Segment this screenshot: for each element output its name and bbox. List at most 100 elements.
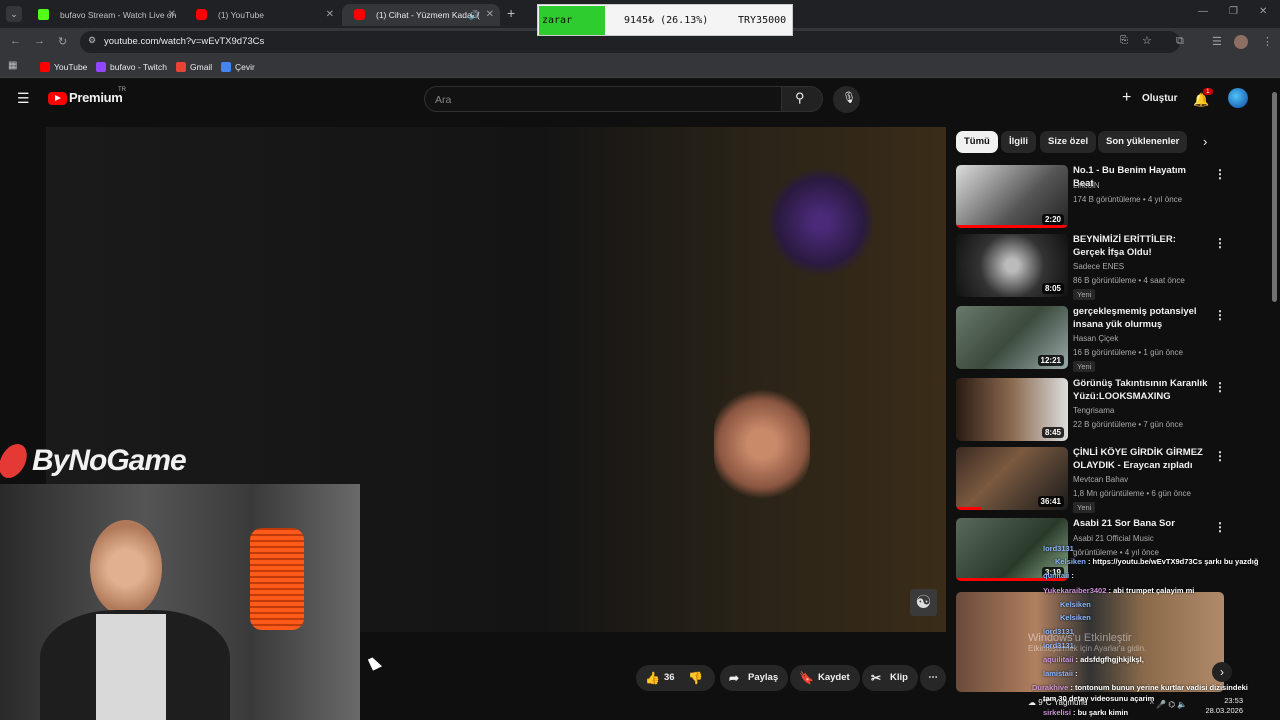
- weather-temp: 9°C: [1038, 698, 1052, 707]
- yin-yang-icon[interactable]: ☯: [910, 589, 937, 616]
- recommendation-item[interactable]: 8:05 BEYNİMİZİ ERİTTİLER: Gerçek İfşa Ol…: [956, 234, 1256, 300]
- more-options-icon[interactable]: ⋮: [1214, 167, 1226, 181]
- chat-text: tontonum bunun yerine kurtlar vadisi diz…: [1074, 683, 1248, 692]
- tab-search-button[interactable]: ⌄: [6, 6, 22, 22]
- scrollbar[interactable]: [1272, 92, 1277, 302]
- video-thumbnail[interactable]: 8:05: [956, 234, 1068, 297]
- more-options-icon[interactable]: ⋮: [1214, 449, 1226, 463]
- notifications-button[interactable]: 🔔 1: [1193, 88, 1213, 109]
- watermark-title: Windows'u Etkinleştir: [1028, 632, 1132, 644]
- reading-list-icon[interactable]: ☰: [1212, 35, 1222, 48]
- star-icon[interactable]: ☆: [1142, 34, 1152, 47]
- profile-avatar[interactable]: [1234, 35, 1248, 49]
- stock-widget: zarar 9145₺ (26.13%) TRY35000: [537, 4, 793, 36]
- video-thumbnail[interactable]: 12:21: [956, 306, 1068, 369]
- chip-for-you[interactable]: Size özel: [1040, 131, 1097, 153]
- more-options-icon[interactable]: ⋮: [1214, 236, 1226, 250]
- more-options-icon[interactable]: ⋮: [1214, 380, 1226, 394]
- video-title[interactable]: BEYNİMİZİ ERİTTİLER: Gerçek İfşa Oldu!: [1073, 234, 1208, 259]
- search-button[interactable]: ⚲: [781, 86, 823, 112]
- chip-related[interactable]: İlgili: [1001, 131, 1036, 153]
- stock-symbol: TRY35000: [738, 15, 787, 26]
- bookmark-label: Gmail: [190, 62, 213, 72]
- bookmark-twitch[interactable]: bufavo - Twitch: [96, 56, 167, 78]
- weather-widget[interactable]: ☁ 9°C Yağmurlu: [1028, 698, 1087, 707]
- tray-chevron-icon[interactable]: ^: [1150, 700, 1154, 709]
- menu-dots-icon[interactable]: ⋮: [1262, 35, 1273, 48]
- browser-tab-active[interactable]: (1) Cihat - Yüzmem Kadar ( 🔊 ✕: [342, 4, 500, 26]
- bookmark-label: Çevir: [235, 62, 255, 72]
- video-meta: 1,8 Mn görüntüleme • 6 gün önce: [1073, 489, 1191, 498]
- reload-icon[interactable]: ↻: [58, 35, 67, 48]
- recommendation-item[interactable]: 12:21 gerçekleşmemiş potansiyel insana y…: [956, 306, 1256, 372]
- apps-icon[interactable]: ▦: [8, 60, 17, 71]
- hamburger-menu-icon[interactable]: ☰: [17, 90, 30, 107]
- close-icon[interactable]: ✕: [486, 4, 494, 26]
- search-input[interactable]: Ara: [424, 86, 782, 112]
- clock[interactable]: 23:53 28.03.2026: [1203, 696, 1243, 716]
- channel-name[interactable]: Hasan Çiçek: [1073, 334, 1118, 343]
- voice-search-button[interactable]: 🎙: [833, 86, 860, 113]
- chip-recent[interactable]: Son yüklenenler: [1098, 131, 1188, 153]
- create-button[interactable]: + Oluştur: [1118, 86, 1190, 112]
- chevron-right-icon[interactable]: ›: [1203, 134, 1207, 149]
- chat-user: aquilitaii: [1043, 655, 1074, 664]
- channel-name[interactable]: Sadece ENES: [1073, 262, 1124, 271]
- video-thumbnail[interactable]: 2:20: [956, 165, 1068, 228]
- recommendation-item[interactable]: 8:45 Görünüş Takıntısının Karanlık Yüzü:…: [956, 378, 1256, 442]
- new-tab-button[interactable]: +: [507, 5, 515, 21]
- account-avatar[interactable]: [1228, 88, 1248, 108]
- mic-tray-icon[interactable]: 🎤: [1156, 700, 1166, 709]
- clock-date: 28.03.2026: [1205, 706, 1243, 715]
- forward-icon[interactable]: →: [34, 35, 45, 47]
- recommendation-item[interactable]: 36:41 ÇİNLİ KÖYE GİRDİK GİRMEZ OLAYDIK -…: [956, 447, 1256, 513]
- back-icon[interactable]: ←: [10, 35, 21, 47]
- close-icon[interactable]: ✕: [326, 4, 334, 26]
- watch-progress: [956, 225, 1068, 228]
- channel-name[interactable]: Mevtcan Bahav: [1073, 475, 1128, 484]
- more-options-icon[interactable]: ⋮: [1214, 308, 1226, 322]
- volume-icon[interactable]: 🔈: [1177, 700, 1187, 709]
- network-icon[interactable]: ⌬: [1168, 700, 1175, 709]
- video-thumbnail[interactable]: 8:45: [956, 378, 1068, 441]
- more-options-icon[interactable]: ⋮: [1214, 520, 1226, 534]
- video-title[interactable]: Asabi 21 Sor Bana Sor: [1073, 518, 1208, 531]
- chat-message: sirkelisi : bu şarkı kimin: [1043, 708, 1129, 717]
- recommendation-item[interactable]: 2:20 No.1 - Bu Benim Hayatım Beat Lincol…: [956, 165, 1256, 229]
- minimize-icon[interactable]: —: [1198, 6, 1208, 17]
- video-title[interactable]: ÇİNLİ KÖYE GİRDİK GİRMEZ OLAYDIK - Erayc…: [1073, 447, 1208, 472]
- channel-name[interactable]: Asabi 21 Official Music: [1073, 534, 1154, 543]
- share-button[interactable]: ➦ Paylaş: [720, 665, 789, 691]
- video-meta: 174 B görüntüleme • 4 yıl önce: [1073, 195, 1183, 204]
- more-actions-button[interactable]: ⋯: [920, 665, 946, 691]
- video-title[interactable]: Görünüş Takıntısının Karanlık Yüzü:LOOKS…: [1073, 378, 1208, 403]
- bookmark-gmail[interactable]: Gmail: [176, 56, 212, 78]
- browser-tab-kick[interactable]: bufavo Stream - Watch Live on ✕: [26, 4, 182, 26]
- restore-icon[interactable]: ❐: [1229, 6, 1238, 17]
- site-info-icon[interactable]: ⚙: [88, 35, 96, 46]
- youtube-header: ☰ Premium TR Ara ⚲ 🎙 + Oluştur 🔔 1: [0, 79, 1270, 119]
- channel-name[interactable]: LincolN: [1073, 181, 1100, 190]
- bookmark-translate[interactable]: Çevir: [221, 56, 255, 78]
- clip-button[interactable]: ✂ Klip: [862, 665, 918, 691]
- extensions-icon[interactable]: ⧉: [1176, 35, 1184, 48]
- chip-all[interactable]: Tümü: [956, 131, 998, 153]
- dislike-button[interactable]: 👎: [680, 665, 714, 691]
- video-thumbnail[interactable]: 36:41: [956, 447, 1068, 510]
- like-count: 36: [664, 672, 675, 683]
- chat-text: adsfdgfhgjhkjlkşl,: [1080, 655, 1144, 664]
- close-icon[interactable]: ✕: [168, 4, 176, 26]
- duration-badge: 8:45: [1041, 427, 1064, 438]
- install-icon[interactable]: ⎘: [1120, 35, 1128, 46]
- speaker-icon[interactable]: 🔊: [469, 4, 480, 26]
- channel-name[interactable]: Tengrisama: [1073, 406, 1114, 415]
- scissors-icon: ✂: [871, 671, 882, 685]
- browser-tab-youtube[interactable]: (1) YouTube ✕: [184, 4, 340, 26]
- chevron-right-icon[interactable]: ›: [1212, 662, 1232, 682]
- close-window-icon[interactable]: ✕: [1259, 6, 1267, 17]
- recommendation-item[interactable]: 3:19 Asabi 21 Sor Bana Sor Asabi 21 Offi…: [956, 518, 1256, 582]
- video-title[interactable]: gerçekleşmemiş potansiyel insana yük olu…: [1073, 306, 1208, 331]
- duration-badge: 36:41: [1037, 496, 1064, 507]
- save-button[interactable]: 🔖 Kaydet: [790, 665, 860, 691]
- bookmark-youtube[interactable]: YouTube: [40, 56, 87, 78]
